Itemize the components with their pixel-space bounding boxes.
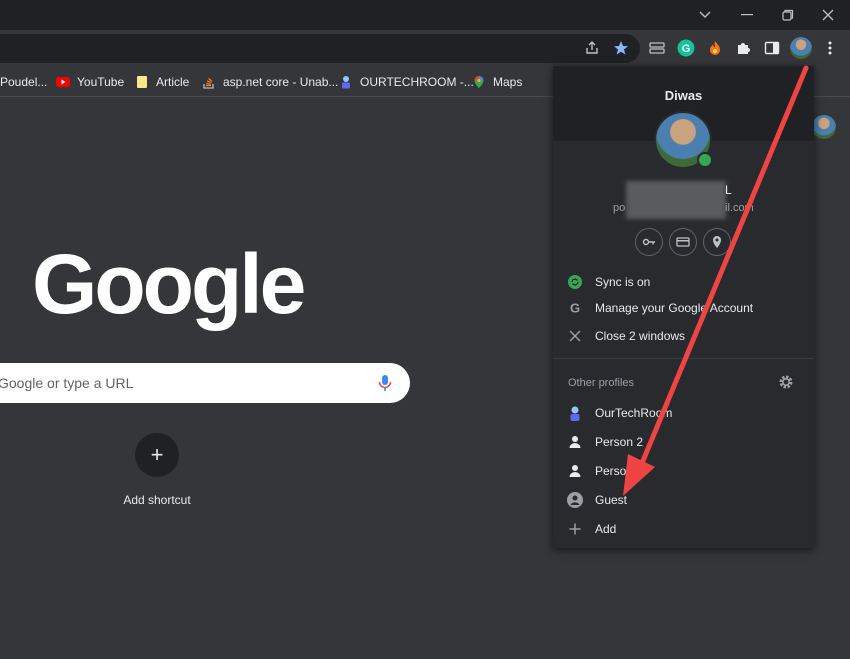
bookmark-maps[interactable]: Maps [472,74,522,90]
profile-item-ourtechroom[interactable]: OurTechRoom [553,399,814,427]
menu-item-label: Sync is on [595,275,651,289]
profile-avatar[interactable] [790,37,812,59]
bookmark-article[interactable]: Article [135,74,189,90]
plus-icon: + [150,442,164,467]
other-profiles-label: Other profiles [568,377,635,389]
stackoverflow-icon [202,75,216,89]
profile-item-person-2[interactable]: Person 2 [553,428,814,456]
extension-fire-icon[interactable] [705,38,725,58]
maps-icon [472,75,486,89]
microphone-icon[interactable] [375,373,395,393]
menu-item-sync[interactable]: Sync is on [553,268,814,296]
gear-icon[interactable] [778,374,794,390]
svg-text:G: G [570,301,580,315]
bookmark-item[interactable]: Poudel... [0,74,47,90]
toolbar: G [0,30,850,67]
plus-icon [567,521,583,537]
profile-item-guest[interactable]: Guest [553,486,814,514]
profile-label: OurTechRoom [595,406,673,420]
search-placeholder: Google or type a URL [0,375,134,391]
profile-label: Add [595,522,617,536]
profile-label: Guest [595,493,628,507]
profile-name-suffix: L [725,183,732,197]
google-logo: Google [32,237,306,331]
profile-item-person-3[interactable]: Person 3 [553,457,814,485]
bookmark-label: YouTube [77,75,125,89]
grammarly-icon[interactable]: G [676,38,696,58]
sync-badge-icon [697,152,713,168]
bookmark-label: Article [156,75,190,89]
google-g-icon: G [567,300,583,316]
passwords-key-button[interactable] [635,228,663,256]
tab-search-icon[interactable] [647,38,667,58]
email-domain: il.com [725,202,754,214]
close-window-button[interactable] [806,0,850,30]
menu-item-label: Manage your Google Account [595,301,754,315]
payment-card-button[interactable] [669,228,697,256]
youtube-icon [56,75,70,89]
person-icon [567,463,583,479]
menu-divider [553,358,814,359]
menu-item-close-windows[interactable]: Close 2 windows [553,322,814,350]
bookmark-ourtechroom[interactable]: OURTECHROOM -... [339,74,474,90]
person-avatar-icon [339,75,353,89]
profile-item-add[interactable]: Add [553,515,814,543]
addresses-pin-button[interactable] [703,228,731,256]
menu-item-manage-account[interactable]: G Manage your Google Account [553,294,814,322]
person-icon [567,434,583,450]
profile-menu: Diwas L po il.com Sync is on G Manage yo… [553,66,814,548]
puzzle-icon[interactable] [733,38,753,58]
address-bar[interactable] [0,34,640,63]
title-bar [0,0,850,30]
email-prefix: po [613,202,626,214]
share-icon[interactable] [582,38,602,58]
search-box[interactable]: Google or type a URL [0,363,410,403]
side-panel-icon[interactable] [762,38,782,58]
profile-label: Person 2 [595,435,644,449]
folder-icon [135,75,149,89]
bookmark-stackoverflow[interactable]: asp.net core - Unab... [202,74,338,90]
minimize-button[interactable] [725,0,769,30]
svg-text:G: G [682,43,691,55]
bookmark-youtube[interactable]: YouTube [56,74,124,90]
bookmark-label: asp.net core - Unab... [223,75,339,89]
guest-icon [567,492,583,508]
restore-button[interactable] [766,0,810,30]
sync-icon [567,274,583,290]
add-shortcut-button[interactable]: + [135,433,179,477]
profile-name: Diwas [664,88,703,103]
profile-label: Person 3 [595,464,644,478]
side-avatar [812,115,836,139]
bookmark-star-icon[interactable] [611,38,631,58]
add-shortcut-label: Add shortcut [123,493,191,507]
blurred-identity [626,181,726,219]
bookmark-label: Maps [493,75,523,89]
bookmark-label: Poudel... [0,75,48,89]
menu-item-label: Close 2 windows [595,329,686,343]
bookmark-label: OURTECHROOM -... [360,75,474,89]
tab-search-chevron-icon[interactable] [683,0,727,30]
menu-dots-icon[interactable] [820,38,840,58]
close-x-icon [567,328,583,344]
custom-avatar-icon [567,405,583,421]
